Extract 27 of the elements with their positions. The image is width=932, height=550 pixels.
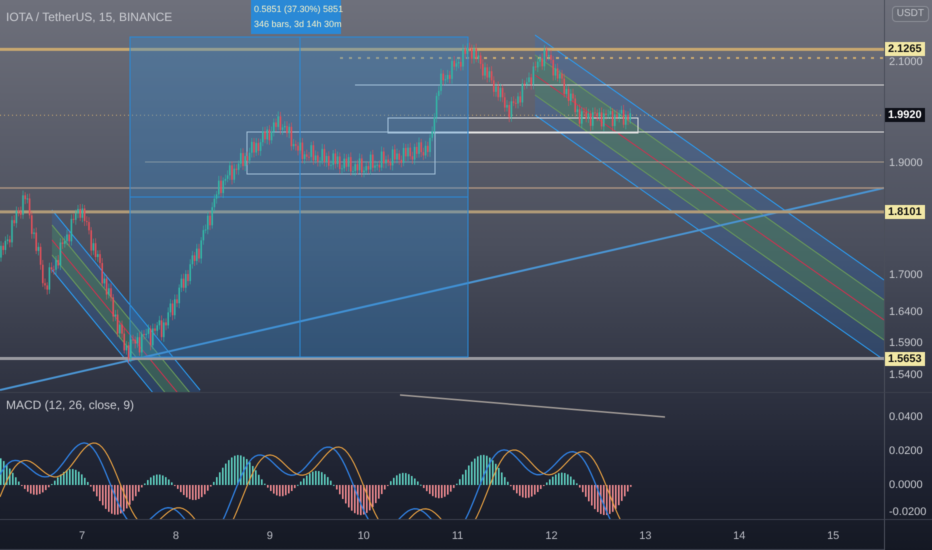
time-label: 9 bbox=[266, 529, 273, 544]
price-marker: 2.1265 bbox=[885, 42, 925, 56]
price-label: 1.7000 bbox=[889, 268, 923, 282]
price-label: 2.1000 bbox=[889, 55, 923, 69]
indicator-title: MACD (12, 26, close, 9) bbox=[6, 397, 134, 414]
indicator-label: 0.0000 bbox=[889, 478, 923, 492]
time-label: 7 bbox=[78, 529, 86, 544]
price-label: 1.5900 bbox=[889, 336, 923, 350]
price-marker: 1.5653 bbox=[885, 352, 925, 366]
time-label: 12 bbox=[545, 529, 558, 544]
symbol-title: IOTA / TetherUS, 15, BINANCE bbox=[6, 9, 172, 26]
time-label: 13 bbox=[639, 529, 652, 544]
time-label: 11 bbox=[452, 529, 464, 544]
price-label: 1.9000 bbox=[889, 156, 923, 170]
indicator-label: 0.0200 bbox=[889, 444, 923, 458]
time-label: 15 bbox=[827, 529, 840, 544]
time-label: 14 bbox=[733, 529, 746, 544]
price-label: 1.5400 bbox=[889, 368, 923, 382]
indicator-label: -0.0200 bbox=[889, 505, 926, 519]
price-label: 1.6400 bbox=[889, 304, 923, 318]
time-label: 10 bbox=[358, 529, 370, 544]
price-marker: 1.9920 bbox=[885, 108, 925, 122]
price-marker: 1.8101 bbox=[885, 204, 925, 219]
time-label: 8 bbox=[172, 529, 179, 544]
currency-button[interactable]: USDT bbox=[892, 6, 929, 22]
indicator-label: 0.0400 bbox=[889, 410, 923, 424]
measure-tooltip: 0.5851 (37.30%) 5851 346 bars, 3d 14h 30m bbox=[251, 0, 341, 34]
